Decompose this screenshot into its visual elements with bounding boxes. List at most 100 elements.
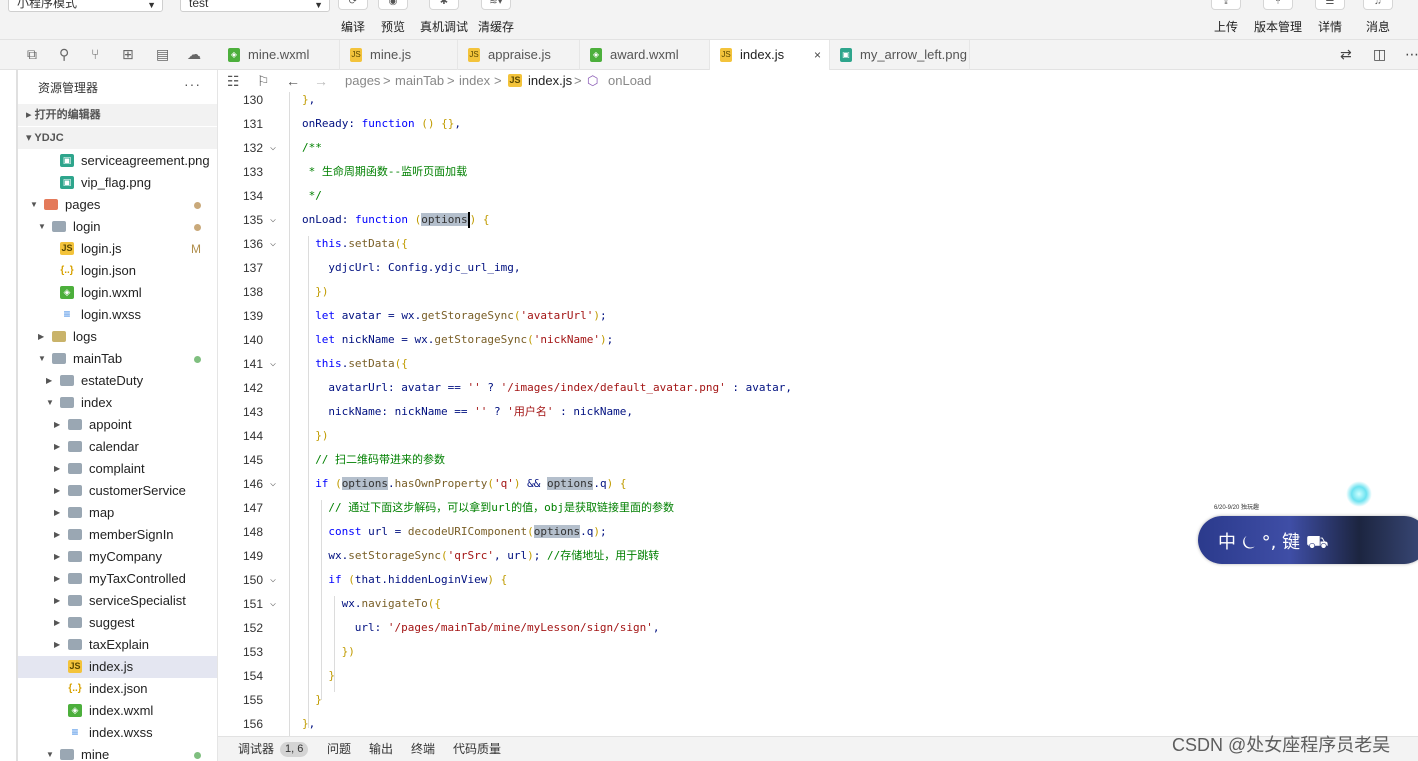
details-button[interactable]: ☰ 详情	[1306, 0, 1354, 40]
chevron-right-icon[interactable]: ▶	[54, 612, 60, 634]
fold-chevron-icon[interactable]: ⌵	[270, 208, 276, 232]
tree-folder[interactable]: ▶ myTaxControlled	[18, 568, 217, 590]
more-actions-icon[interactable]: ···	[184, 76, 201, 92]
breadcrumb-segment[interactable]: onLoad	[608, 70, 651, 92]
section-project[interactable]: ▾ YDJC	[18, 127, 217, 149]
tree-folder[interactable]: ▶ taxExplain	[18, 634, 217, 656]
tree-folder[interactable]: ▼ mine	[18, 744, 217, 761]
tree-folder[interactable]: ▶ map	[18, 502, 217, 524]
more-icon[interactable]: ⋯	[1405, 46, 1418, 63]
chevron-right-icon[interactable]: ▶	[54, 480, 60, 502]
tree-folder[interactable]: ▶ complaint	[18, 458, 217, 480]
code-line[interactable]: 141 ⌵ this.setData({	[218, 352, 1418, 376]
fold-chevron-icon[interactable]: ⌵	[270, 472, 276, 496]
chevron-right-icon[interactable]: ▶	[54, 568, 60, 590]
tree-folder[interactable]: ▶ appoint	[18, 414, 217, 436]
tree-folder[interactable]: ▶ myCompany	[18, 546, 217, 568]
code-line[interactable]: 138})	[218, 280, 1418, 304]
editor-tab[interactable]: JS mine.js	[340, 40, 458, 70]
tree-file[interactable]: {..} index.json	[18, 678, 217, 700]
messages-button[interactable]: ♫ 消息	[1354, 0, 1402, 40]
tree-file[interactable]: ≡ login.wxss	[18, 304, 217, 326]
breadcrumb-segment[interactable]: index.js	[528, 70, 572, 92]
chevron-down-icon[interactable]: ▼	[30, 194, 38, 216]
tree-folder[interactable]: ▼ pages	[18, 194, 217, 216]
code-line[interactable]: 136 ⌵ this.setData({	[218, 232, 1418, 256]
tree-file[interactable]: ◈ login.wxml	[18, 282, 217, 304]
editor-tab[interactable]: JS index.js ×	[710, 40, 830, 70]
tree-folder[interactable]: ▶ serviceSpecialist	[18, 590, 217, 612]
code-line[interactable]: 150 ⌵ if (that.hiddenLoginView) {	[218, 568, 1418, 592]
bookmark-icon[interactable]: ⚐	[257, 70, 270, 92]
extensions-icon[interactable]: ⊞	[122, 46, 134, 63]
code-line[interactable]: 145 // 扫二维码带进来的参数	[218, 448, 1418, 472]
code-line[interactable]: 151 ⌵ wx.navigateTo({	[218, 592, 1418, 616]
preview-button[interactable]: ◉ 预览	[369, 0, 417, 40]
close-icon[interactable]: ×	[814, 40, 821, 70]
editor-tab[interactable]: ◈ award.wxml	[580, 40, 710, 70]
clear-cache-button[interactable]: ≋▾ 清缓存	[472, 0, 520, 40]
split-editor-icon[interactable]: ◫	[1373, 46, 1386, 63]
mode-select[interactable]: 小程序模式 ▼	[8, 0, 163, 12]
list-icon[interactable]: ☷	[227, 70, 240, 92]
breadcrumb-segment[interactable]: mainTab	[395, 70, 444, 92]
code-line[interactable]: 137 ydjcUrl: Config.ydjc_url_img,	[218, 256, 1418, 280]
compare-icon[interactable]: ⇄	[1340, 46, 1352, 63]
back-arrow-icon[interactable]: ←	[286, 70, 300, 92]
tree-folder[interactable]: ▼ index	[18, 392, 217, 414]
chevron-down-icon[interactable]: ▼	[38, 216, 46, 238]
code-line[interactable]: 155}	[218, 688, 1418, 712]
source-control-icon[interactable]: ⑂	[91, 46, 99, 62]
tree-file[interactable]: JS index.js	[18, 656, 217, 678]
upload-button[interactable]: ⇪ 上传	[1202, 0, 1250, 40]
chevron-down-icon[interactable]: ▼	[38, 348, 46, 370]
code-line[interactable]: 140 let nickName = wx.getStorageSync('nic…	[218, 328, 1418, 352]
code-line[interactable]: 131 onReady: function () {},	[218, 112, 1418, 136]
code-line[interactable]: 133 * 生命周期函数--监听页面加载	[218, 160, 1418, 184]
code-line[interactable]: 135 ⌵ onLoad: function (options) {	[218, 208, 1418, 232]
chevron-right-icon[interactable]: ▶	[46, 370, 52, 392]
tree-file[interactable]: ≡ index.wxss	[18, 722, 217, 744]
tab-terminal[interactable]: 终端	[411, 737, 435, 761]
code-line[interactable]: 144})	[218, 424, 1418, 448]
compile-select[interactable]: test ▼	[180, 0, 330, 12]
editor-tab[interactable]: ◈ mine.wxml	[218, 40, 340, 70]
section-open-editors[interactable]: ▸ 打开的编辑器	[18, 104, 217, 126]
fold-chevron-icon[interactable]: ⌵	[270, 592, 276, 616]
editor-tab[interactable]: JS appraise.js	[458, 40, 580, 70]
tree-folder[interactable]: ▶ logs	[18, 326, 217, 348]
cloud-icon[interactable]: ☁	[187, 46, 201, 63]
tree-folder[interactable]: ▼ login	[18, 216, 217, 238]
real-device-debug-button[interactable]: ✱ 真机调试	[416, 0, 472, 40]
chevron-right-icon[interactable]: ▶	[54, 546, 60, 568]
code-line[interactable]: 152 url: '/pages/mainTab/mine/myLesson/si…	[218, 616, 1418, 640]
code-line[interactable]: 154}	[218, 664, 1418, 688]
code-line[interactable]: 130},	[218, 92, 1418, 112]
debug-icon[interactable]: ▤	[156, 46, 169, 63]
tab-debugger[interactable]: 调试器	[238, 737, 274, 761]
chevron-right-icon[interactable]: ▶	[38, 326, 44, 348]
tree-folder[interactable]: ▼ mainTab	[18, 348, 217, 370]
chevron-down-icon[interactable]: ▼	[46, 392, 54, 414]
tree-file[interactable]: ▣ serviceagreement.png	[18, 150, 217, 172]
tree-folder[interactable]: ▶ estateDuty	[18, 370, 217, 392]
code-line[interactable]: 132 ⌵ /**	[218, 136, 1418, 160]
fold-chevron-icon[interactable]: ⌵	[270, 568, 276, 592]
tab-output[interactable]: 输出	[369, 737, 393, 761]
forward-arrow-icon[interactable]: →	[314, 70, 328, 92]
tree-folder[interactable]: ▶ calendar	[18, 436, 217, 458]
tab-problems[interactable]: 问题	[327, 737, 351, 761]
tree-file[interactable]: JS login.js M	[18, 238, 217, 260]
code-line[interactable]: 142 avatarUrl: avatar == '' ? '/images/in…	[218, 376, 1418, 400]
search-icon[interactable]: ⚲	[59, 46, 69, 63]
tree-file[interactable]: {..} login.json	[18, 260, 217, 282]
code-line[interactable]: 153})	[218, 640, 1418, 664]
chevron-right-icon[interactable]: ▶	[54, 634, 60, 656]
tree-file[interactable]: ◈ index.wxml	[18, 700, 217, 722]
chevron-right-icon[interactable]: ▶	[54, 590, 60, 612]
code-line[interactable]: 139 let avatar = wx.getStorageSync('avata…	[218, 304, 1418, 328]
breadcrumb-segment[interactable]: index	[459, 70, 490, 92]
chevron-down-icon[interactable]: ▼	[46, 744, 54, 761]
tab-code-quality[interactable]: 代码质量	[453, 737, 501, 761]
tree-folder[interactable]: ▶ suggest	[18, 612, 217, 634]
